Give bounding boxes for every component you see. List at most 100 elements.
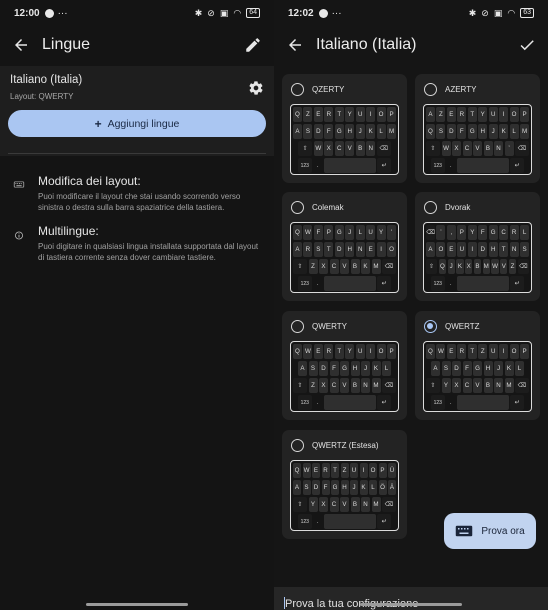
layout-radio-button[interactable] xyxy=(291,82,304,96)
key: T xyxy=(334,344,344,359)
key: Ü xyxy=(388,463,396,478)
key: F xyxy=(457,124,467,140)
key: E xyxy=(446,344,456,359)
period-key: . xyxy=(449,162,452,170)
more-notifications-icon: ··· xyxy=(57,7,68,19)
key: C xyxy=(329,259,339,275)
layout-card-qwertz[interactable]: QWERTZ Q W E R T Z U I O P A S D F G H J K L ⇧ Y X C V B N M ⌫ 123. ↵ xyxy=(415,311,540,420)
edit-pencil-icon[interactable] xyxy=(244,36,262,54)
add-languages-label: Aggiungi lingue xyxy=(107,117,180,130)
space-key xyxy=(323,514,376,530)
layout-card-qwerty[interactable]: QWERTY Q W E R T Y U I O P A S D F G H J K L ⇧ Z X C V B N M ⌫ 123. ↵ xyxy=(282,311,407,420)
layout-radio-button[interactable] xyxy=(424,319,437,333)
key: P xyxy=(520,107,530,122)
app-bar: Italiano (Italia) xyxy=(274,30,548,60)
key: M xyxy=(387,124,397,140)
layout-radio-button[interactable] xyxy=(424,82,437,96)
backspace-key-icon: ⌫ xyxy=(515,141,529,157)
gear-icon[interactable] xyxy=(248,80,264,96)
key: I xyxy=(366,107,376,122)
layout-radio-button[interactable] xyxy=(291,319,304,333)
key: R xyxy=(321,463,330,478)
keyboard-row: 123. ↵ xyxy=(293,158,396,174)
shift-key-icon: ⇧ xyxy=(298,141,313,157)
key: A xyxy=(292,242,302,258)
numbers-key: 123 xyxy=(430,158,445,174)
key: R xyxy=(324,344,334,359)
status-time: 12:00 xyxy=(14,7,40,19)
key: P xyxy=(387,107,397,122)
add-languages-button[interactable]: + Aggiungi lingue xyxy=(8,110,266,137)
key: F xyxy=(313,225,323,240)
key: K xyxy=(456,259,464,275)
key: G xyxy=(334,225,344,240)
layout-radio-button[interactable] xyxy=(291,438,304,452)
key: X xyxy=(319,259,328,275)
key: O xyxy=(376,344,386,359)
key: T xyxy=(467,344,477,359)
key: O xyxy=(509,344,519,359)
layout-card-qzerty[interactable]: QZERTY Q Z E R T Y U I O P A S D F G H J K L M ⇧ W X C V B N ⌫ 123. ↵ xyxy=(282,74,407,183)
key: H xyxy=(483,361,493,377)
layout-card-colemak[interactable]: Colemak Q W F P G J L U Y ' A R S T D H N E I O ⇧ Z X C V B K M ⌫ 123.… xyxy=(282,192,407,301)
mute-icon: ⊘ xyxy=(207,7,215,18)
key: P xyxy=(387,344,397,359)
key: U xyxy=(457,242,467,258)
backspace-key-icon: ⌫ xyxy=(382,378,396,394)
try-configuration-input[interactable]: Prova la tua configurazione xyxy=(274,587,548,610)
key: I xyxy=(499,107,509,122)
back-arrow-icon[interactable] xyxy=(12,36,30,54)
layout-card-header: QWERTZ xyxy=(415,311,540,341)
key: S xyxy=(303,124,313,140)
key: A xyxy=(292,124,302,140)
layout-radio-button[interactable] xyxy=(291,200,304,214)
gesture-home-bar[interactable] xyxy=(360,603,462,606)
keyboard-row: ⇧ Z X C V B N M ⌫ xyxy=(293,378,396,394)
key: W xyxy=(303,344,313,359)
key: P xyxy=(378,463,387,478)
numbers-key: 123 xyxy=(430,395,445,411)
keyboard-row: ASDFGHJKLÖÄ xyxy=(293,480,396,496)
key: U xyxy=(488,107,498,122)
layout-card-azerty[interactable]: AZERTY A Z E R T Y U I O P Q S D F G H J K L M ⇧ W X C V B N’ ⌫ 123. ↵ xyxy=(415,74,540,183)
key: Z xyxy=(308,378,318,394)
key: P xyxy=(324,225,334,240)
back-arrow-icon[interactable] xyxy=(286,36,304,54)
key: U xyxy=(488,344,498,359)
key: B xyxy=(473,259,482,275)
key: Q xyxy=(292,225,302,240)
check-icon[interactable] xyxy=(518,36,536,54)
key: Z xyxy=(308,259,318,275)
key: O xyxy=(387,242,397,258)
key: X xyxy=(319,378,328,394)
shift-key-icon: ⇧ xyxy=(426,141,440,157)
sim-icon: ▣ xyxy=(219,7,229,18)
key: U xyxy=(366,225,376,240)
key: W xyxy=(302,463,311,478)
gesture-home-bar[interactable] xyxy=(86,603,188,606)
try-now-button[interactable]: Prova ora xyxy=(444,513,536,549)
info-icon xyxy=(15,231,23,240)
space-key xyxy=(323,276,376,292)
key: M xyxy=(371,259,381,275)
key: L xyxy=(369,480,377,496)
key: Z xyxy=(303,107,313,122)
key: Q xyxy=(425,344,435,359)
space-key xyxy=(456,158,509,174)
key: H xyxy=(478,124,488,140)
period-key: . xyxy=(449,399,452,407)
numbers-key: 123 xyxy=(297,158,312,174)
plus-icon: + xyxy=(94,116,102,131)
layout-name: Dvorak xyxy=(445,202,471,212)
key: Q xyxy=(292,107,302,122)
key: R xyxy=(457,107,467,122)
key: Y xyxy=(441,378,451,394)
layout-card-header: QWERTZ (Estesa) xyxy=(282,430,407,460)
language-name[interactable]: Italiano (Italia) xyxy=(10,74,264,86)
key: B xyxy=(350,378,360,394)
key: B xyxy=(483,378,493,394)
keyboard-preview: Q W E R T Z U I O P A S D F G H J K L ⇧ Y X C V B N M ⌫ 123. ↵ xyxy=(423,341,532,412)
layout-card-qwertz-estesa[interactable]: QWERTZ (Estesa) Q W E R T Z U I O P Ü A S D F G H J K L Ö Ä ⇧ Y X… xyxy=(282,430,407,539)
layout-card-dvorak[interactable]: Dvorak ⌫’, P Y F G C R L A O E U I D H T N S ⇧ Q J K X B M W V Z ⌫ 123… xyxy=(415,192,540,301)
layout-radio-button[interactable] xyxy=(424,200,437,214)
